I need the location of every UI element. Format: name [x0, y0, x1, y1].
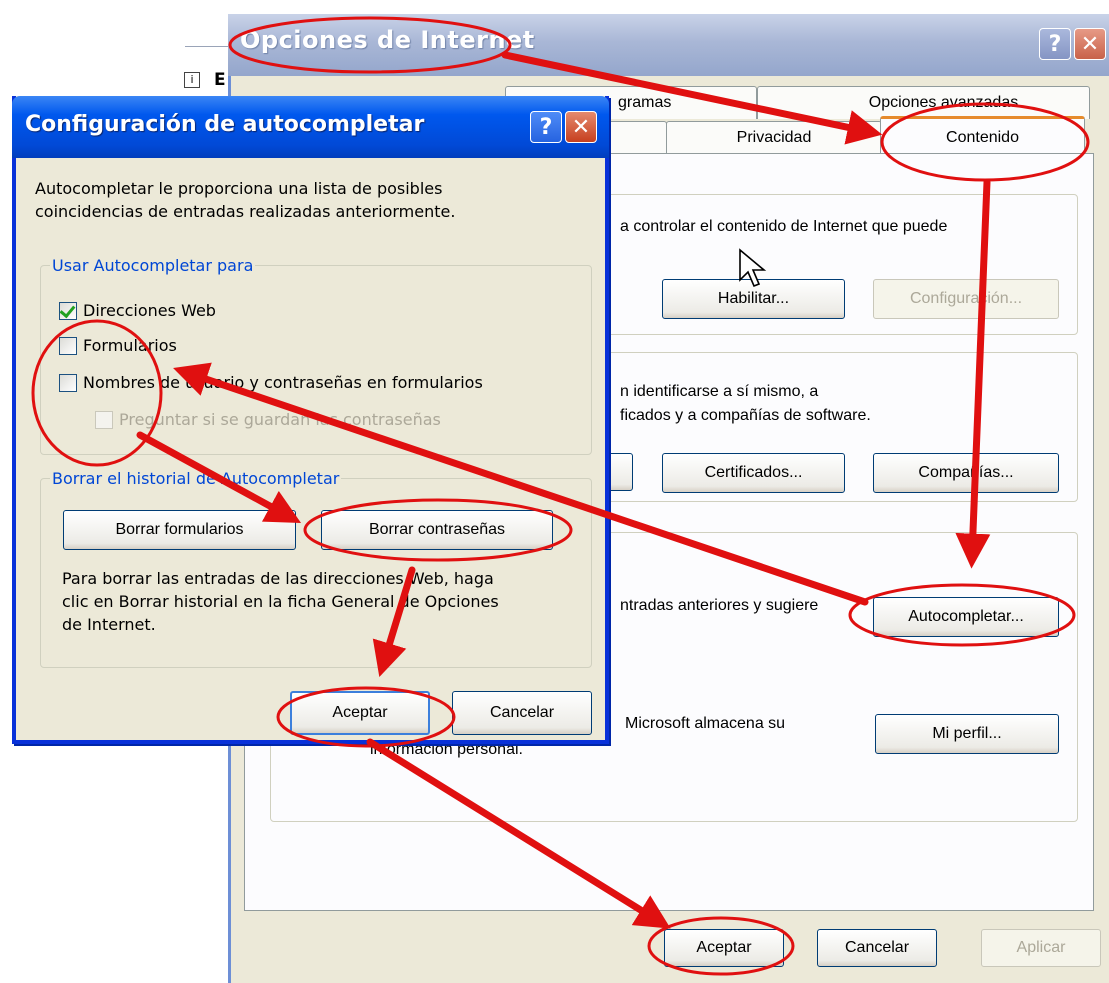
button-label: Aceptar — [696, 939, 752, 956]
usernames-checkbox[interactable] — [59, 374, 77, 392]
close-icon[interactable]: ✕ — [565, 111, 597, 143]
help-icon[interactable]: ? — [1039, 28, 1071, 60]
profile-button[interactable]: Mi perfil... — [875, 714, 1059, 754]
web-addresses-label: Direcciones Web — [83, 301, 216, 320]
button-label: Aplicar — [1016, 939, 1066, 956]
info-icon: i — [184, 72, 200, 88]
button-label: Mi perfil... — [932, 725, 1002, 742]
clear-history-legend: Borrar el historial de Autocompletar — [50, 469, 342, 488]
cancel-button[interactable]: Cancelar — [817, 929, 937, 967]
forms-checkbox[interactable] — [59, 337, 77, 355]
apply-button[interactable]: Aplicar — [981, 929, 1101, 967]
clear-forms-button[interactable]: Borrar formularios — [63, 510, 296, 550]
profile-text-line1: Microsoft almacena su — [625, 715, 786, 732]
tab-label: Privacidad — [736, 129, 812, 146]
clear-note-line3: de Internet. — [62, 615, 156, 634]
background-line — [185, 46, 230, 47]
button-label: Habilitar... — [717, 290, 790, 307]
clear-note-line1: Para borrar las entradas de las direccio… — [62, 569, 494, 588]
tab-opciones-avanzadas[interactable]: Opciones avanzadas — [757, 86, 1090, 119]
forms-label: Formularios — [83, 336, 177, 355]
button-label: Cancelar — [489, 704, 555, 721]
web-addresses-checkbox[interactable] — [59, 301, 77, 320]
tab-label: Opciones avanzadas — [868, 94, 1019, 111]
tab-contenido[interactable]: Contenido — [880, 116, 1085, 156]
close-glyph: ✕ — [571, 114, 591, 140]
certificates-button[interactable]: Certificados... — [662, 453, 845, 493]
publishers-button[interactable]: Compañías... — [873, 453, 1059, 493]
autocomplete-button[interactable]: Autocompletar... — [873, 597, 1059, 637]
clear-passwords-button[interactable]: Borrar contraseñas — [321, 510, 553, 550]
autocomplete-dialog-title: Configuración de autocompletar — [25, 112, 425, 137]
help-glyph: ? — [539, 114, 553, 140]
button-label: Borrar contraseñas — [368, 521, 506, 538]
ask-save-label: Preguntar si se guardan las contraseñas — [119, 410, 441, 429]
dialog-cancel-button[interactable]: Cancelar — [452, 691, 592, 735]
content-settings-button[interactable]: Configuración... — [873, 279, 1059, 319]
autocomplete-text: ntradas anteriores y sugiere — [620, 597, 819, 614]
use-autocomplete-legend: Usar Autocompletar para — [50, 256, 256, 275]
clear-note-line2: clic en Borrar historial en la ficha Gen… — [62, 592, 499, 611]
close-icon[interactable]: ✕ — [1074, 28, 1106, 60]
button-label: Cancelar — [844, 939, 910, 956]
dialog-ok-button[interactable]: Aceptar — [290, 691, 430, 735]
ask-save-checkbox[interactable] — [95, 411, 113, 429]
cursor-icon — [739, 248, 767, 288]
content-advisor-text: a controlar el contenido de Internet que… — [620, 218, 948, 235]
dialog-description-line1: Autocompletar le proporciona una lista d… — [35, 179, 443, 198]
background-letter: E — [214, 70, 226, 90]
tab-privacidad[interactable]: Privacidad — [666, 121, 882, 154]
internet-options-title: Opciones de Internet — [240, 26, 535, 54]
button-label: Autocompletar... — [908, 608, 1024, 625]
tab-label: gramas — [618, 94, 672, 111]
button-label: Configuración... — [909, 290, 1023, 307]
button-label: Borrar formularios — [115, 521, 244, 538]
ok-button[interactable]: Aceptar — [664, 929, 784, 967]
certificates-text-line1: n identificarse a sí mismo, a — [620, 383, 819, 400]
usernames-label: Nombres de usuario y contraseñas en form… — [83, 373, 483, 392]
button-label: Certificados... — [704, 464, 803, 481]
button-label: Aceptar — [332, 704, 388, 721]
dialog-description-line2: coincidencias de entradas realizadas ant… — [35, 202, 456, 221]
tab-label: Contenido — [946, 128, 1019, 146]
tab-privacidad-left[interactable] — [605, 121, 667, 154]
help-icon[interactable]: ? — [530, 111, 562, 143]
certificates-text-line2: ficados y a compañías de software. — [620, 407, 871, 424]
check-icon — [59, 301, 76, 319]
button-label: Compañías... — [918, 464, 1014, 481]
